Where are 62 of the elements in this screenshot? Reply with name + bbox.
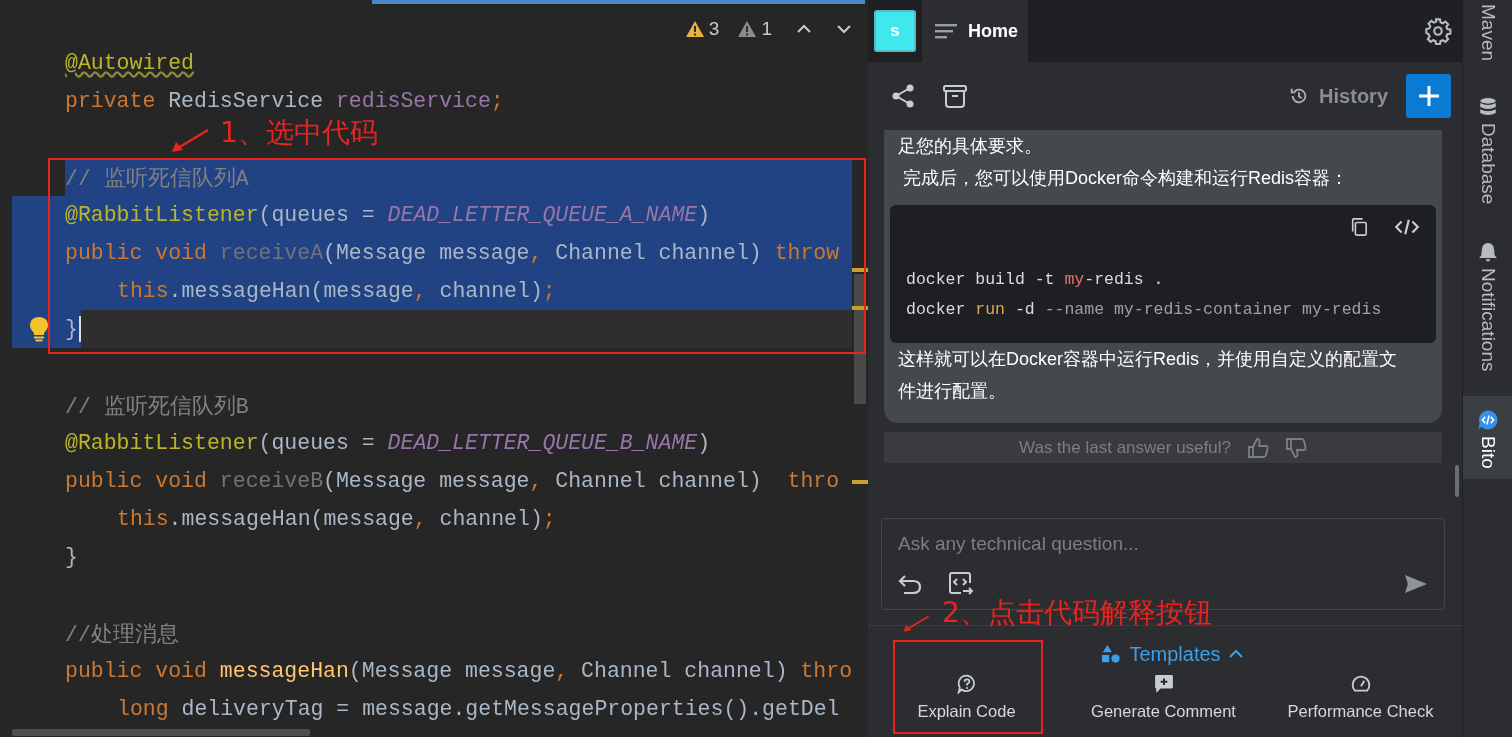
shapes-icon xyxy=(1101,644,1122,664)
code-line: @Autowired xyxy=(65,50,195,77)
database-icon xyxy=(1477,97,1498,118)
bell-icon xyxy=(1477,242,1498,263)
history-button[interactable]: History xyxy=(1289,84,1388,108)
chevron-down-icon[interactable] xyxy=(836,24,852,34)
question-field[interactable]: Ask any technical question... xyxy=(898,533,1428,555)
feedback-question: Was the last answer useful? xyxy=(1019,437,1231,458)
code-line: public void receiveA(Message message, Channel channel) throw xyxy=(65,240,840,267)
tool-window-tab[interactable]: Bito xyxy=(1463,395,1512,479)
list-icon xyxy=(934,22,958,40)
gauge-icon xyxy=(1350,674,1371,694)
code-line: public void messageHan(Message message, Channel channel) thro xyxy=(65,658,853,685)
warning-icon xyxy=(684,20,705,38)
code-line: docker build -t my-redis . xyxy=(906,269,1165,291)
code-line: long deliveryTag = message.getMessageProperties().getDel xyxy=(116,696,840,723)
share-icon[interactable] xyxy=(890,83,916,109)
thumbs-down-icon[interactable] xyxy=(1285,436,1307,459)
annotation-label: 1、选中代码 xyxy=(220,115,378,151)
plus-icon xyxy=(1416,84,1441,108)
lightbulb-icon[interactable] xyxy=(28,316,49,342)
code-bubble-icon xyxy=(1477,409,1498,430)
code-line: this.messageHan(message, channel); xyxy=(116,506,556,533)
annotation-label: 2、点击代码解释按钮 xyxy=(942,595,1212,631)
undo-icon[interactable] xyxy=(898,573,922,595)
send-icon[interactable] xyxy=(1404,574,1428,594)
thumbs-up-icon[interactable] xyxy=(1247,436,1269,459)
code-insert-icon[interactable] xyxy=(948,571,974,597)
template-button[interactable]: Generate Comment xyxy=(1065,672,1262,721)
code-line: //处理消息 xyxy=(65,621,179,649)
code-line: @RabbitListener(queues = DEAD_LETTER_QUEUE_A_NAME) xyxy=(65,202,711,229)
code-line: // 监听死信队列B xyxy=(65,393,249,421)
inspection-counter[interactable]: 3 xyxy=(684,18,720,40)
comment-plus-icon xyxy=(1153,674,1174,694)
tool-window-tab[interactable]: Database xyxy=(1463,93,1512,215)
tool-window-tab[interactable]: Notifications xyxy=(1463,238,1512,382)
annotation-arrow xyxy=(170,128,210,154)
template-button[interactable]: Performance Check xyxy=(1262,672,1459,721)
warning-icon xyxy=(737,20,758,38)
chevron-up-icon[interactable] xyxy=(796,24,812,34)
code-icon[interactable] xyxy=(1394,218,1420,236)
code-line: @RabbitListener(queues = DEAD_LETTER_QUEUE_B_NAME) xyxy=(65,430,711,457)
code-line: this.messageHan(message, channel); xyxy=(116,278,556,305)
tool-window-tab[interactable]: Maven xyxy=(1463,0,1512,72)
template-button[interactable]: Explain Code xyxy=(868,672,1065,721)
copy-icon[interactable] xyxy=(1350,217,1368,237)
code-line: docker run -d --name my-redis-container my-redis xyxy=(906,299,1383,321)
help-icon xyxy=(956,674,977,694)
templates-toggle[interactable]: Templates xyxy=(1101,640,1243,668)
settings-icon[interactable] xyxy=(1424,17,1452,45)
message-text: 完成后，您可以使用Docker命令构建和运行Redis容器： xyxy=(902,167,1350,190)
scrollbar[interactable] xyxy=(12,729,310,736)
message-text: 这样就可以在Docker容器中运行Redis，并使用自定义的配置文件进行配置。 xyxy=(898,348,1399,403)
scrollbar[interactable] xyxy=(1455,465,1459,497)
inspection-counter[interactable]: 1 xyxy=(737,18,772,40)
code-line: private RedisService redisService; xyxy=(65,88,504,115)
code-line: } xyxy=(65,544,78,571)
new-chat-button[interactable] xyxy=(1406,74,1451,118)
home-tab[interactable]: Home xyxy=(922,0,1028,62)
message-text: 足您的具体要求。 xyxy=(898,135,1043,158)
code-line: public void receiveB(Message message, Channel channel) thro xyxy=(65,468,840,495)
trash-icon[interactable] xyxy=(942,83,968,109)
